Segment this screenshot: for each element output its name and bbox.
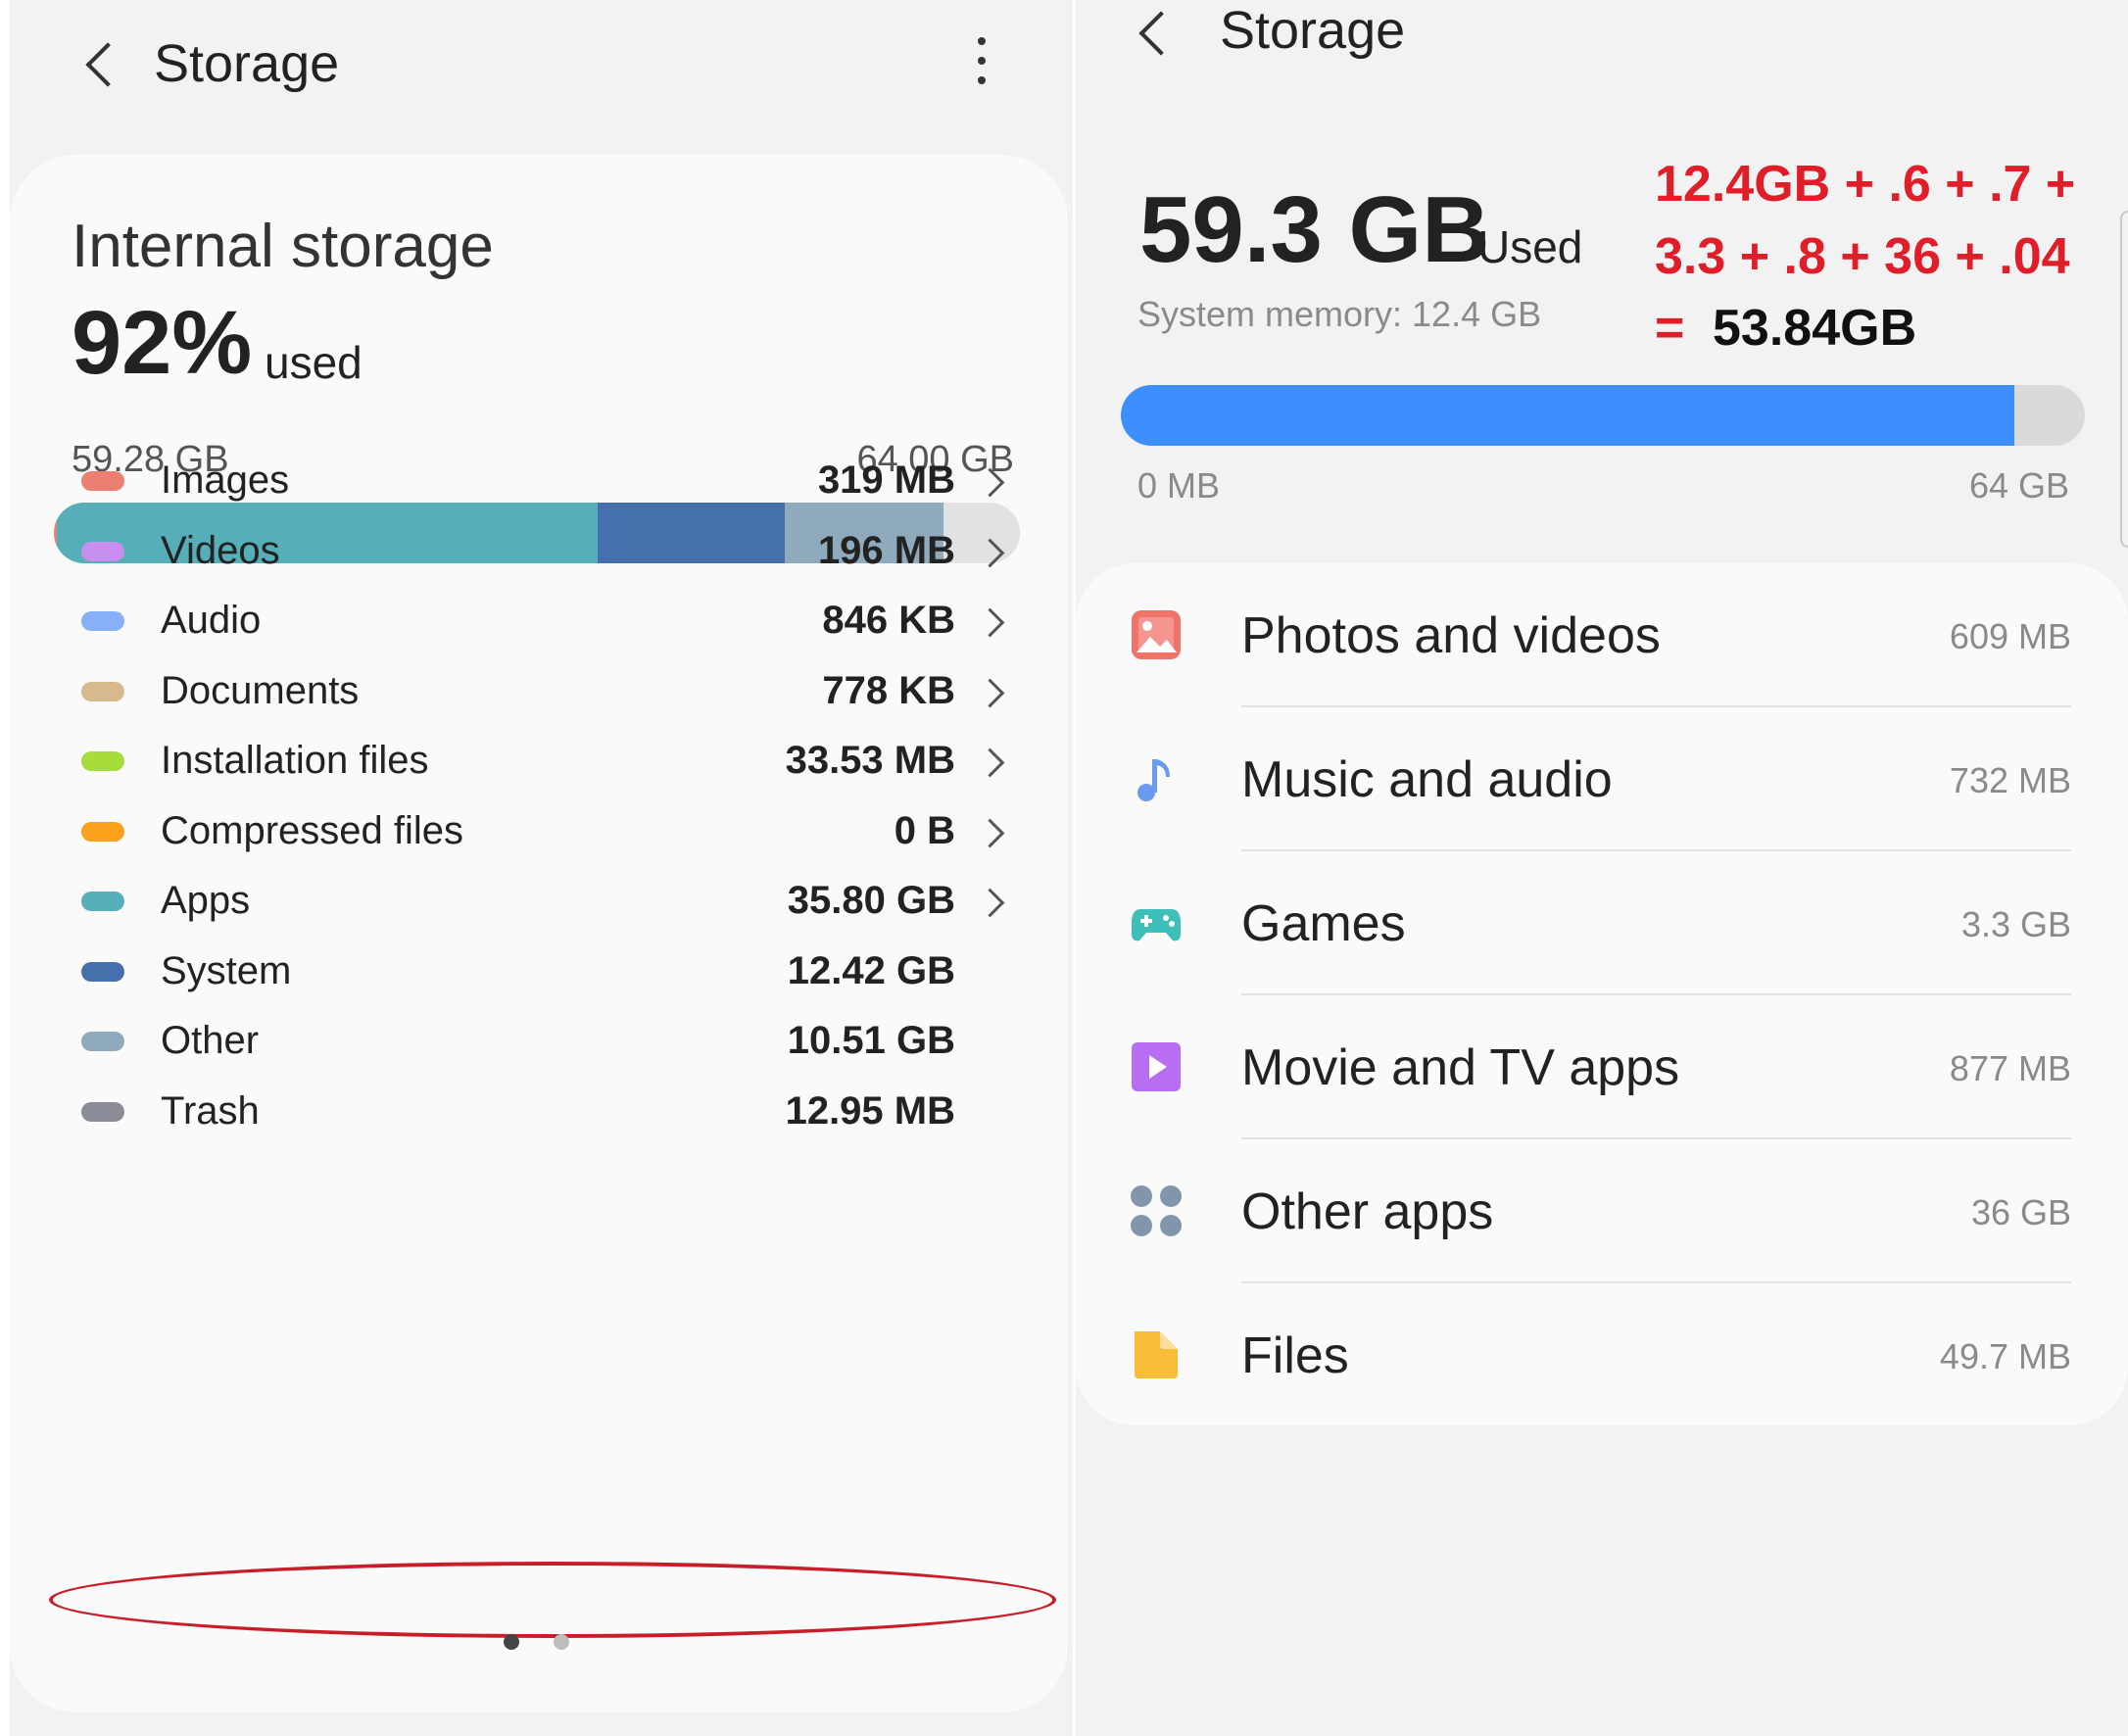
app-category-name: Files [1241,1327,1349,1384]
system-memory-label: System memory: 12.4 GB [1137,294,1542,334]
used-label: used [265,337,363,388]
category-size: 319 MB [817,458,955,502]
category-row-compressed-files[interactable]: Compressed files 0 B [10,799,1068,868]
app-category-size: 609 MB [1949,616,2071,656]
app-category-size: 877 MB [1949,1048,2071,1088]
category-name: Documents [161,668,360,712]
back-arrow-icon[interactable] [1138,11,1184,56]
more-options-icon[interactable] [975,37,989,86]
card-title: Internal storage [72,213,494,280]
app-category-name: Photos and videos [1241,607,1661,664]
right-screenshot: Storage 59.3 GB Used System memory: 12.4… [1076,0,2128,1736]
bar-min-label: 0 MB [1137,465,1221,506]
page-title: Storage [154,34,340,93]
app-category-name: Other apps [1241,1183,1494,1240]
left-screenshot: Storage Internal storage 92% used 59.28 … [10,0,1073,1736]
file-icon [1131,1329,1182,1380]
category-name: Images [161,458,290,502]
chevron-right-icon [975,678,1005,707]
category-size: 35.80 GB [787,879,955,922]
chevron-right-icon [975,538,1005,567]
category-color-dot [81,611,124,631]
annotation-result: 53.84GB [1713,300,1917,357]
category-row-images[interactable]: Images 319 MB [10,449,1068,517]
category-row-apps[interactable]: Apps 35.80 GB [10,869,1068,938]
category-name: Audio [161,599,262,642]
category-color-dot [81,961,124,982]
app-categories-card: Photos and videos 609 MB Music and audio 73… [1076,563,2128,1425]
page-indicator-dot[interactable] [554,1634,569,1650]
category-row-documents[interactable]: Documents 778 KB [10,659,1068,728]
category-color-dot [81,1101,124,1122]
annotation-ellipse [49,1562,1056,1638]
used-percent: 92% [72,293,253,393]
category-row-audio[interactable]: Audio 846 KB [10,589,1068,657]
chevron-right-icon [975,467,1005,498]
category-color-dot [81,751,124,771]
scrollbar-edge[interactable] [2120,211,2128,548]
apps-grid-icon [1131,1185,1182,1236]
category-size: 12.42 GB [787,948,955,992]
chevron-right-icon [975,607,1005,638]
category-color-dot [81,681,124,701]
category-name: Other [161,1019,260,1062]
category-name: Trash [161,1088,260,1133]
category-name: Installation files [161,739,429,782]
category-name: Compressed files [161,808,464,852]
category-color-dot [81,1032,124,1051]
page-title: Storage [1220,1,1406,60]
category-row-system[interactable]: System 12.42 GB [10,940,1068,1008]
app-category-size: 732 MB [1949,760,2071,800]
annotation-line-1: 12.4GB + .6 + .7 + [1655,156,2076,213]
category-name: Videos [161,528,280,572]
internal-storage-card: Internal storage 92% used 59.28 GB 64.00… [10,155,1068,1712]
category-size: 33.53 MB [785,739,955,782]
app-category-row-games[interactable]: Games 3.3 GB [1076,851,2128,995]
back-arrow-icon[interactable] [85,42,130,87]
bar-max-label: 64 GB [1968,465,2069,506]
chevron-right-icon [975,888,1005,918]
category-row-videos[interactable]: Videos 196 MB [10,519,1068,588]
category-size: 778 KB [822,668,955,712]
image-icon [1131,609,1182,660]
category-name: System [161,948,292,992]
used-label: Used [1477,221,1583,272]
annotation-line-2: 3.3 + .8 + 36 + .04 [1655,228,2070,285]
category-color-dot [81,541,124,561]
used-storage-value: 59.3 GB [1139,177,1490,282]
app-category-size: 49.7 MB [1939,1336,2071,1376]
category-size: 10.51 GB [787,1019,955,1062]
category-size: 12.95 MB [785,1088,955,1133]
app-category-row-photos-and-videos[interactable]: Photos and videos 609 MB [1076,563,2128,707]
storage-usage-bar [1121,385,2085,446]
category-row-trash[interactable]: Trash 12.95 MB [10,1080,1068,1148]
app-category-size: 3.3 GB [1960,904,2071,944]
music-note-icon [1131,753,1182,804]
category-row-other[interactable]: Other 10.51 GB [10,1009,1068,1078]
chevron-right-icon [975,818,1005,847]
app-category-row-movie-and-tv-apps[interactable]: Movie and TV apps 877 MB [1076,995,2128,1139]
app-category-name: Movie and TV apps [1241,1039,1680,1096]
category-size: 0 B [894,808,955,852]
app-category-name: Music and audio [1241,751,1613,808]
chevron-right-icon [975,747,1005,778]
category-size: 846 KB [822,599,955,642]
annotation-equals: = [1655,300,1685,357]
gamepad-icon [1131,897,1182,948]
app-category-row-other-apps[interactable]: Other apps 36 GB [1076,1139,2128,1283]
app-category-row-music-and-audio[interactable]: Music and audio 732 MB [1076,707,2128,851]
play-icon [1131,1041,1182,1092]
app-category-name: Games [1241,895,1406,952]
app-category-size: 36 GB [1970,1192,2071,1232]
storage-usage-fill [1121,385,2014,446]
page-indicator-dot-active[interactable] [504,1634,519,1650]
category-color-dot [81,471,124,491]
category-size: 196 MB [817,528,955,572]
category-color-dot [81,892,124,911]
app-category-row-files[interactable]: Files 49.7 MB [1076,1283,2128,1427]
category-color-dot [81,821,124,842]
category-row-installation-files[interactable]: Installation files 33.53 MB [10,729,1068,797]
category-name: Apps [161,879,251,922]
